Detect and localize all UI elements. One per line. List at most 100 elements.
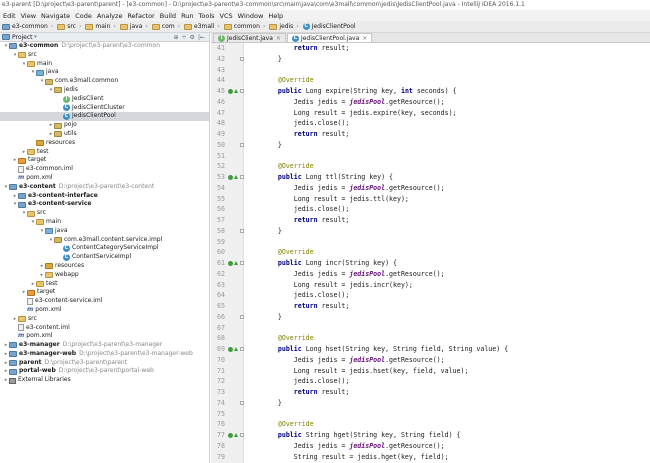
override-arrow-icon[interactable] xyxy=(234,347,238,351)
tree-item[interactable]: ▾ e3-common D:\project\e3-parent\e3-common xyxy=(0,42,209,51)
code-text[interactable]: return result; xyxy=(262,215,350,226)
tree-item[interactable]: ▸ e3-content-interface xyxy=(0,192,209,201)
code-text[interactable]: Jedis jedis = jedisPool.getResource(); xyxy=(262,183,445,194)
code-text[interactable]: Jedis jedis = jedisPool.getResource(); xyxy=(262,441,445,452)
breadcrumb-item[interactable]: C JedisClientPool xyxy=(302,23,356,30)
code-text[interactable]: @Override xyxy=(262,419,314,430)
fold-marker-icon[interactable] xyxy=(240,261,244,265)
breadcrumb-item[interactable]: src › xyxy=(57,23,83,30)
override-arrow-icon[interactable] xyxy=(234,175,238,179)
tree-item[interactable]: C JedisClientCluster xyxy=(0,104,209,113)
code-text[interactable]: } xyxy=(262,140,282,151)
hide-icon[interactable]: |← xyxy=(198,34,205,41)
code-text[interactable]: @Override xyxy=(262,333,314,344)
fold-marker-icon[interactable] xyxy=(240,228,244,233)
tree-item[interactable]: ▸ target xyxy=(0,288,209,297)
code-text[interactable]: return result; xyxy=(262,301,350,312)
code-text[interactable]: Long result = jedis.hset(key, field, val… xyxy=(262,366,469,377)
tree-item[interactable]: ▸ utils xyxy=(0,130,209,139)
menu-item-build[interactable]: Build xyxy=(160,12,176,20)
tree-item[interactable]: ▾ java xyxy=(0,227,209,236)
override-arrow-icon[interactable] xyxy=(234,433,238,437)
tree-item[interactable]: ▾ com.e3mall.content.service.impl xyxy=(0,236,209,245)
code-text[interactable]: public String hget(String key, String fi… xyxy=(262,430,461,441)
code-text[interactable]: String result = jedis.hget(key, field); xyxy=(262,452,449,463)
code-text[interactable]: public Long ttl(String key) { xyxy=(262,172,393,183)
code-text[interactable]: Jedis jedis = jedisPool.getResource(); xyxy=(262,97,445,108)
implements-method-icon[interactable] xyxy=(228,347,233,352)
tree-item[interactable]: C ContentCategoryServiceImpl xyxy=(0,244,209,253)
code-text[interactable]: Long result = jedis.ttl(key); xyxy=(262,194,409,205)
tree-item[interactable]: ▸ parent D:\project\e3-parent\parent xyxy=(0,359,209,368)
override-arrow-icon[interactable] xyxy=(234,89,238,93)
code-text[interactable]: jedis.close(); xyxy=(262,376,350,387)
menu-item-refactor[interactable]: Refactor xyxy=(127,12,154,20)
tree-item[interactable]: ▾ src xyxy=(0,209,209,218)
tree-item[interactable]: ▸ External Libraries xyxy=(0,376,209,385)
tree-item[interactable]: ▾ e3-content-service xyxy=(0,200,209,209)
menu-item-tools[interactable]: Tools xyxy=(199,12,215,20)
code-text[interactable]: Jedis jedis = jedisPool.getResource(); xyxy=(262,269,445,280)
code-text[interactable]: Long result = jedis.incr(key); xyxy=(262,280,413,291)
tree-item[interactable]: ▾ src xyxy=(0,51,209,60)
code-text[interactable]: } xyxy=(262,54,282,65)
tree-item[interactable]: m pom.xml xyxy=(0,332,209,341)
tree-item[interactable]: ▾ com.e3mall.common xyxy=(0,77,209,86)
tree-item[interactable]: e3-content.iml xyxy=(0,324,209,333)
menu-item-code[interactable]: Code xyxy=(75,12,92,20)
fold-marker-icon[interactable] xyxy=(240,347,244,351)
code-area[interactable]: 41 return result; 42 } 43 44 @Override 45 pu… xyxy=(211,43,650,463)
tree-item[interactable]: C ContentServiceImpl xyxy=(0,253,209,262)
tree-item[interactable]: ▸ portal-web D:\project\e3-parent\portal-w… xyxy=(0,367,209,376)
fold-marker-icon[interactable] xyxy=(240,56,244,61)
fold-marker-icon[interactable] xyxy=(240,142,244,147)
breadcrumb-item[interactable]: jedis › xyxy=(269,23,300,30)
menu-item-edit[interactable]: Edit xyxy=(3,12,16,20)
locate-icon[interactable]: ⊕ xyxy=(173,34,178,41)
tree-item[interactable]: m pom.xml xyxy=(0,306,209,315)
chevron-down-icon[interactable]: ▾ xyxy=(33,34,39,40)
collapse-icon[interactable]: ÷ xyxy=(182,34,187,41)
code-text[interactable]: @Override xyxy=(262,161,314,172)
tree-item[interactable]: ▸ e3-manager D:\project\e3-parent\e3-manag… xyxy=(0,341,209,350)
tree-item[interactable]: ▾ e3-content D:\project\e3-parent\e3-conte… xyxy=(0,183,209,192)
tree-item[interactable]: resources xyxy=(0,139,209,148)
implements-method-icon[interactable] xyxy=(228,89,233,94)
menu-item-help[interactable]: Help xyxy=(268,12,283,20)
tree-item[interactable]: ▸ test xyxy=(0,280,209,289)
breadcrumb-item[interactable]: java › xyxy=(119,23,150,30)
code-text[interactable]: jedis.close(); xyxy=(262,204,350,215)
breadcrumb-item[interactable]: main › xyxy=(85,23,117,30)
menu-item-run[interactable]: Run xyxy=(181,12,193,20)
tree-item[interactable]: m pom.xml xyxy=(0,174,209,183)
menu-item-view[interactable]: View xyxy=(21,12,36,20)
tree-item[interactable]: ▸ resources xyxy=(0,262,209,271)
tree-item[interactable]: ▸ webapp xyxy=(0,271,209,280)
gear-icon[interactable]: ⚙ xyxy=(190,34,195,41)
implements-method-icon[interactable] xyxy=(228,261,233,266)
tree-item[interactable]: ▾ jedis xyxy=(0,86,209,95)
breadcrumb-item[interactable]: e3-common › xyxy=(2,23,55,30)
breadcrumb-item[interactable]: com › xyxy=(151,23,182,30)
breadcrumb-item[interactable]: common › xyxy=(223,23,268,30)
code-text[interactable]: jedis.close(); xyxy=(262,118,350,129)
code-text[interactable]: return result; xyxy=(262,387,350,398)
code-text[interactable]: } xyxy=(262,312,282,323)
close-icon[interactable]: × xyxy=(362,34,367,43)
tree-item[interactable]: I JedisClient xyxy=(0,95,209,104)
tree-item[interactable]: ▾ main xyxy=(0,60,209,69)
editor-tab[interactable]: C JedisClientPool.java × xyxy=(286,33,373,43)
code-text[interactable]: return result; xyxy=(262,43,350,54)
code-text[interactable]: Jedis jedis = jedisPool.getResource(); xyxy=(262,355,445,366)
tree-item[interactable]: C JedisClientPool xyxy=(0,112,209,122)
tree-item[interactable]: ▸ e3-manager-web D:\project\e3-parent\e3-m… xyxy=(0,350,209,359)
fold-marker-icon[interactable] xyxy=(240,400,244,405)
fold-marker-icon[interactable] xyxy=(240,433,244,437)
fold-marker-icon[interactable] xyxy=(240,175,244,179)
tree-item[interactable]: e3-common.iml xyxy=(0,165,209,174)
tree-item[interactable]: e3-content-service.iml xyxy=(0,297,209,306)
code-text[interactable]: @Override xyxy=(262,247,314,258)
code-text[interactable]: } xyxy=(262,226,282,237)
code-text[interactable]: public Long expire(String key, int secon… xyxy=(262,86,457,97)
code-text[interactable]: jedis.close(); xyxy=(262,290,350,301)
